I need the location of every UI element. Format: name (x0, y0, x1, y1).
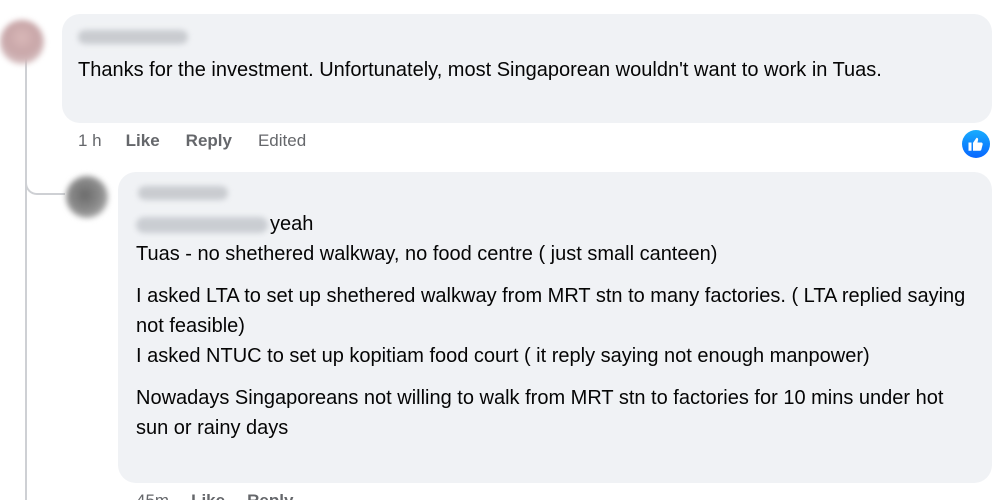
reply-author-name-blurred[interactable] (138, 186, 228, 200)
comment-timestamp[interactable]: 1 h (78, 131, 102, 151)
like-button[interactable]: Like (126, 131, 160, 151)
reaction-badge[interactable] (961, 129, 991, 159)
thread-branch-line (25, 150, 65, 195)
reply-line: I asked LTA to set up shethered walkway … (136, 285, 966, 337)
reply-timestamp[interactable]: 45m (136, 488, 169, 500)
thread-connector-line (25, 58, 27, 500)
reply-line-yeah: yeah (270, 213, 314, 235)
like-thumbs-up-icon (962, 130, 990, 158)
comment-actions: 1 h Like Reply Edited (78, 131, 332, 151)
comment-text: Thanks for the investment. Unfortunately… (78, 59, 882, 81)
commenter-avatar[interactable] (0, 20, 44, 64)
edited-label: Edited (257, 131, 307, 150)
reply-bubble: yeah Tuas - no shethered walkway, no foo… (118, 172, 992, 483)
comment-thread: Thanks for the investment. Unfortunately… (0, 0, 1000, 500)
comment-bubble: Thanks for the investment. Unfortunately… (62, 14, 992, 123)
reply-actions: 45m Like Reply (136, 488, 315, 500)
comment-author-name-blurred[interactable] (78, 30, 188, 44)
reply-line: I asked NTUC to set up kopitiam food cou… (136, 345, 870, 367)
reply-first-line: yeah (136, 209, 974, 239)
reply-button[interactable]: Reply (186, 131, 232, 151)
reply-reply-button[interactable]: Reply (247, 488, 293, 500)
reply-like-button[interactable]: Like (191, 488, 225, 500)
reply-line: Nowadays Singaporeans not willing to wal… (136, 387, 944, 439)
reply-avatar[interactable] (66, 176, 108, 218)
reply-line: Tuas - no shethered walkway, no food cen… (136, 243, 718, 265)
tagged-user-blurred[interactable] (136, 216, 268, 233)
